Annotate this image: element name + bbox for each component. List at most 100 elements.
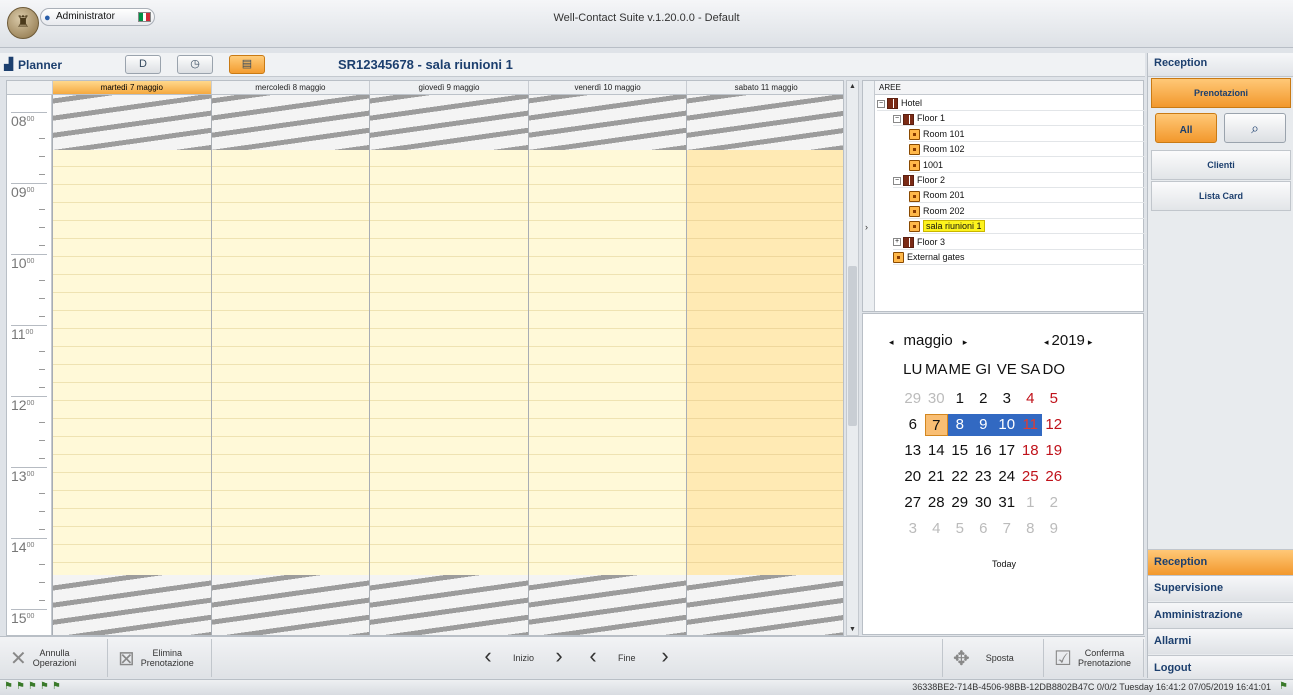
tree-node[interactable]: Room 102 [909, 142, 1179, 158]
end-prev-button[interactable]: ‹ [578, 641, 608, 673]
card-list-button[interactable]: Lista Card [1151, 181, 1291, 211]
day-header[interactable]: venerdì 10 maggio [527, 81, 687, 94]
delete-booking-button[interactable]: ⊠ Elimina Prenotazione [108, 639, 212, 677]
collapse-icon[interactable]: − [893, 115, 901, 124]
calendar-day[interactable]: 8 [948, 414, 972, 436]
calendar-day[interactable]: 20 [901, 466, 925, 488]
calendar-day[interactable]: 28 [925, 492, 949, 514]
search-bookings-button[interactable]: ⌕ [1224, 113, 1286, 143]
calendar-day[interactable]: 1 [1019, 492, 1043, 514]
time-view-button[interactable]: ◷ [177, 55, 213, 74]
calendar-day[interactable]: 9 [971, 414, 995, 436]
calendar-day[interactable]: 13 [901, 440, 925, 462]
calendar-day[interactable]: 14 [925, 440, 949, 462]
tree-node[interactable]: Room 201 [909, 188, 1179, 204]
tree-node[interactable]: sala riunioni 1 [909, 219, 1179, 235]
month-calendar[interactable]: ◂ maggio ▸ ◂ 2019 ▸ LU MA ME GI VE SA DO 29 30 1 2 3 4 5 6… [862, 313, 1144, 635]
calendar-day[interactable]: 30 [925, 388, 949, 410]
scroll-up-arrow-icon[interactable]: ▲ [847, 81, 858, 92]
confirm-booking-button[interactable]: ☑ Conferma Prenotazione [1044, 639, 1144, 677]
calendar-day[interactable]: 16 [972, 440, 996, 462]
calendar-day[interactable]: 27 [901, 492, 925, 514]
day-header[interactable]: sabato 11 maggio [686, 81, 843, 94]
calendar-day[interactable]: 5 [948, 518, 972, 540]
day-column[interactable] [686, 95, 843, 635]
day-header[interactable]: martedì 7 maggio [52, 81, 211, 94]
expand-icon[interactable]: + [893, 238, 901, 247]
calendar-day[interactable]: 3 [901, 518, 925, 540]
collapse-icon[interactable]: − [877, 99, 885, 108]
day-column[interactable] [52, 95, 211, 635]
today-link[interactable]: Today [863, 559, 1145, 569]
week-view-button[interactable]: ▤ [229, 55, 265, 74]
prev-month-arrow-icon[interactable]: ◂ [889, 337, 894, 347]
clients-button[interactable]: Clienti [1151, 150, 1291, 180]
move-button[interactable]: ✥ Sposta [942, 639, 1044, 677]
calendar-day[interactable]: 21 [925, 466, 949, 488]
start-prev-button[interactable]: ‹ [473, 641, 503, 673]
tree-node[interactable]: + Floor 3 [893, 235, 1163, 250]
calendar-day[interactable]: 24 [995, 466, 1019, 488]
tree-node[interactable]: − Floor 1 [893, 111, 1163, 127]
next-year-arrow-icon[interactable]: ▸ [1088, 337, 1093, 347]
day-header[interactable]: giovedì 9 maggio [369, 81, 528, 94]
calendar-day[interactable]: 4 [925, 518, 949, 540]
next-month-arrow-icon[interactable]: ▸ [963, 337, 968, 347]
end-next-button[interactable]: › [650, 641, 680, 673]
calendar-day[interactable]: 22 [948, 466, 972, 488]
day-column[interactable] [369, 95, 528, 635]
tree-node[interactable]: 1001 [909, 158, 1179, 173]
calendar-day[interactable]: 15 [948, 440, 972, 462]
nav-menu-item[interactable]: Logout [1148, 654, 1293, 681]
nav-menu-item[interactable]: Reception [1148, 549, 1293, 575]
nav-menu-item[interactable]: Amministrazione [1148, 601, 1293, 628]
calendar-day[interactable]: 2 [972, 388, 996, 410]
tree-node[interactable]: Room 202 [909, 204, 1179, 219]
calendar-day[interactable]: 1 [948, 388, 972, 410]
calendar-day[interactable]: 25 [1019, 466, 1043, 488]
scroll-down-arrow-icon[interactable]: ▼ [847, 624, 858, 635]
nav-menu-item[interactable]: Allarmi [1148, 628, 1293, 655]
planner-grid[interactable]: martedì 7 maggio mercoledì 8 maggio gioved… [6, 80, 844, 636]
calendar-day[interactable]: 19 [1042, 440, 1066, 462]
calendar-day[interactable]: 8 [1019, 518, 1043, 540]
calendar-day[interactable]: 29 [901, 388, 925, 410]
calendar-day[interactable]: 9 [1042, 518, 1066, 540]
nav-menu-item[interactable]: Supervisione [1148, 575, 1293, 602]
calendar-day[interactable]: 2 [1042, 492, 1066, 514]
calendar-day[interactable]: 31 [995, 492, 1019, 514]
tree-node[interactable]: Room 101 [909, 127, 1179, 142]
calendar-day[interactable]: 7 [995, 518, 1019, 540]
bookings-button[interactable]: Prenotazioni [1151, 78, 1291, 108]
calendar-day[interactable]: 17 [995, 440, 1019, 462]
tree-node[interactable]: External gates [893, 250, 1163, 265]
day-column[interactable] [527, 95, 687, 635]
day-view-button[interactable]: D [125, 55, 161, 74]
calendar-day[interactable]: 29 [948, 492, 972, 514]
calendar-day[interactable]: 30 [972, 492, 996, 514]
day-columns[interactable] [52, 95, 843, 635]
calendar-day[interactable]: 10 [995, 414, 1019, 436]
planner-scrollbar[interactable]: ▲ ▼ [846, 80, 859, 636]
day-header[interactable]: mercoledì 8 maggio [210, 81, 370, 94]
all-bookings-button[interactable]: All [1155, 113, 1217, 143]
calendar-day[interactable]: 23 [972, 466, 996, 488]
calendar-day[interactable]: 7 [924, 414, 948, 436]
start-next-button[interactable]: › [544, 641, 574, 673]
tree-node[interactable]: − Hotel [877, 96, 1147, 111]
collapse-icon[interactable]: − [893, 176, 901, 185]
calendar-day[interactable]: 3 [995, 388, 1019, 410]
calendar-day[interactable]: 4 [1019, 388, 1043, 410]
calendar-day[interactable]: 12 [1042, 414, 1066, 436]
scroll-thumb[interactable] [848, 266, 857, 426]
cancel-operations-button[interactable]: ✕ Annulla Operazioni [0, 639, 108, 677]
area-tree[interactable]: › AREE − Hotel − Floor 1 Room 101 Room 102 100… [862, 80, 1179, 312]
calendar-day[interactable]: 11 [1018, 414, 1042, 436]
calendar-day[interactable]: 18 [1019, 440, 1043, 462]
prev-year-arrow-icon[interactable]: ◂ [1044, 337, 1049, 347]
tree-node[interactable]: − Floor 2 [893, 173, 1163, 188]
calendar-day[interactable]: 6 [972, 518, 996, 540]
calendar-day[interactable]: 6 [901, 414, 925, 436]
calendar-day[interactable]: 26 [1042, 466, 1066, 488]
calendar-day[interactable]: 5 [1042, 388, 1066, 410]
